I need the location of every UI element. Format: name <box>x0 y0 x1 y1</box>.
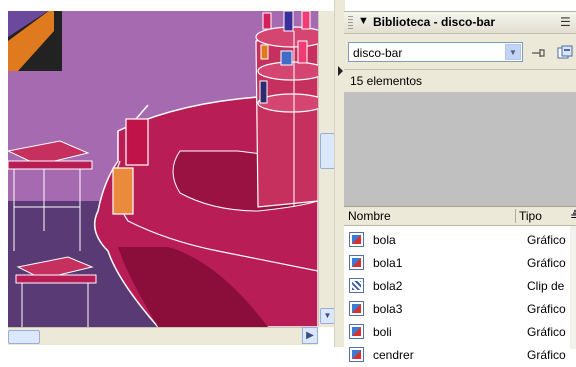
item-count-bar: 15 elementos <box>344 69 576 93</box>
scroll-right-button[interactable]: ▶ <box>302 327 318 344</box>
list-header: Nombre Tipo ≜ <box>344 207 576 226</box>
list-item[interactable]: boli Gráfico <box>344 321 576 344</box>
list-item[interactable]: bola3 Gráfico <box>344 298 576 321</box>
library-titlebar[interactable]: ▼ Biblioteca - disco-bar ☰ <box>344 12 576 34</box>
item-type: Clip de <box>527 279 565 293</box>
panel-title: Biblioteca - disco-bar <box>373 15 496 29</box>
glass-red <box>125 118 149 166</box>
graphic-symbol-icon <box>349 324 364 339</box>
window-left-edge <box>0 0 8 347</box>
item-name: bola3 <box>373 302 403 316</box>
item-type: Gráfico <box>527 348 566 362</box>
collapse-panel-icon[interactable] <box>338 66 343 76</box>
graphic-symbol-icon <box>349 255 364 270</box>
stage-horizontal-scroll-thumb[interactable] <box>8 330 40 344</box>
item-name: bola2 <box>373 279 403 293</box>
stage-artwork <box>8 11 318 327</box>
item-type: Gráfico <box>527 302 566 316</box>
list-item[interactable]: bola1 Gráfico <box>344 252 576 275</box>
chevron-down-icon[interactable]: ▼ <box>505 44 521 60</box>
item-type: Gráfico <box>527 325 566 339</box>
list-item[interactable]: bola Gráfico <box>344 229 576 252</box>
library-selector[interactable]: disco-bar ▼ <box>348 42 523 62</box>
item-count: 15 elementos <box>350 74 423 88</box>
graphic-symbol-icon <box>349 232 364 247</box>
item-type: Gráfico <box>527 256 566 270</box>
triangle-down-icon[interactable]: ▼ <box>358 15 369 27</box>
symbol-preview-area <box>344 92 576 206</box>
library-selector-value: disco-bar <box>353 46 403 60</box>
column-header-type[interactable]: Tipo <box>519 209 542 223</box>
movieclip-symbol-icon <box>349 278 364 293</box>
drag-grip-icon[interactable] <box>348 16 353 29</box>
item-type: Gráfico <box>527 233 566 247</box>
stage-vertical-scrollbar[interactable]: ▼ <box>318 11 335 327</box>
options-menu-icon[interactable]: ☰ <box>560 15 571 29</box>
sort-direction-icon[interactable]: ≜ <box>570 209 576 223</box>
graphic-symbol-icon <box>349 301 364 316</box>
item-name: boli <box>373 325 392 339</box>
list-vertical-scrollbar[interactable] <box>570 226 576 349</box>
list-item[interactable]: cendrer Gráfico <box>344 344 576 367</box>
stage-canvas[interactable] <box>8 11 318 327</box>
pin-icon[interactable] <box>531 45 547 61</box>
column-header-name[interactable]: Nombre <box>348 209 391 223</box>
column-divider[interactable] <box>515 209 516 223</box>
list-item[interactable]: bola2 Clip de <box>344 275 576 298</box>
item-name: bola1 <box>373 256 403 270</box>
new-library-icon[interactable] <box>557 45 573 61</box>
scroll-down-button[interactable]: ▼ <box>320 308 335 324</box>
item-name: cendrer <box>373 348 414 362</box>
window-top-edge <box>0 0 576 11</box>
stage-horizontal-scrollbar[interactable] <box>8 327 318 345</box>
item-name: bola <box>373 233 396 247</box>
library-items-list: Nombre Tipo ≜ bola Gráfico bola1 Gráfico… <box>344 206 576 362</box>
graphic-symbol-icon <box>349 347 364 362</box>
library-panel: ▼ Biblioteca - disco-bar ☰ disco-bar ▼ 1… <box>344 11 576 362</box>
glass-orange <box>112 167 134 215</box>
stage-vertical-scroll-thumb[interactable] <box>320 133 335 169</box>
